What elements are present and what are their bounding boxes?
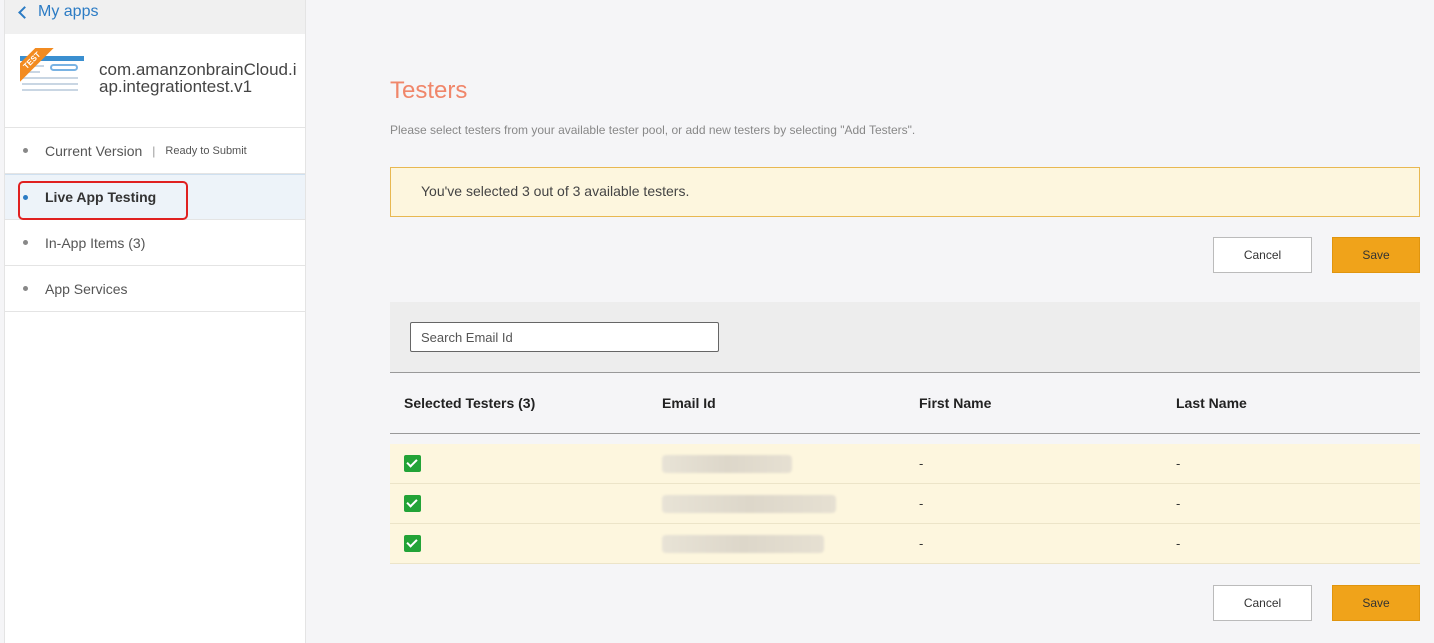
first-name-cell: - <box>919 496 924 511</box>
selection-alert: You've selected 3 out of 3 available tes… <box>390 167 1420 217</box>
last-name-cell: - <box>1176 456 1181 471</box>
app-name: com.amanzonbrainCloud.iap.integrationtes… <box>99 60 297 96</box>
bullet-icon <box>23 240 28 245</box>
cancel-button-bottom[interactable]: Cancel <box>1213 585 1312 621</box>
nav-item-label: Current Version <box>45 142 143 159</box>
page-subtitle: Please select testers from your availabl… <box>390 123 916 137</box>
column-header-selected: Selected Testers (3) <box>404 395 536 411</box>
highlight-box <box>18 181 188 220</box>
save-button-top[interactable]: Save <box>1332 237 1420 273</box>
cancel-button-top[interactable]: Cancel <box>1213 237 1312 273</box>
app-icon: TEST <box>20 48 84 98</box>
redacted-email <box>662 494 836 513</box>
redacted-email <box>662 454 792 473</box>
redacted-email <box>662 534 824 553</box>
first-name-cell: - <box>919 536 924 551</box>
search-input[interactable] <box>410 322 719 352</box>
table-row: - - <box>390 524 1420 564</box>
page-title: Testers <box>390 77 468 104</box>
nav-item-live-app-testing[interactable]: Live App Testing <box>5 174 305 220</box>
my-apps-link[interactable]: My apps <box>17 3 98 21</box>
app-header: TEST com.amanzonbrainCloud.iap.integrati… <box>5 34 305 128</box>
nav-item-app-services[interactable]: App Services <box>5 266 305 312</box>
nav-item-label: In-App Items (3) <box>45 234 146 251</box>
chevron-left-icon <box>18 5 31 19</box>
last-name-cell: - <box>1176 496 1181 511</box>
bullet-icon <box>23 286 28 291</box>
checkbox-checked[interactable] <box>404 495 421 512</box>
testers-table: Selected Testers (3) Email Id First Name… <box>390 302 1420 564</box>
table-body: - - - - - - <box>390 444 1420 564</box>
nav-item-in-app-items[interactable]: In-App Items (3) <box>5 220 305 266</box>
back-bar: My apps <box>5 0 305 34</box>
bullet-icon <box>23 148 28 153</box>
nav-item-label: App Services <box>45 280 128 297</box>
search-bar <box>390 302 1420 372</box>
column-header-email: Email Id <box>662 395 716 411</box>
table-row: - - <box>390 484 1420 524</box>
table-header: Selected Testers (3) Email Id First Name… <box>390 372 1420 434</box>
separator: | <box>152 143 156 158</box>
column-header-first-name: First Name <box>919 395 992 411</box>
save-button-bottom[interactable]: Save <box>1332 585 1420 621</box>
version-status: Ready to Submit <box>165 144 247 157</box>
nav-item-current-version[interactable]: Current Version | Ready to Submit <box>5 128 305 174</box>
sidebar: My apps TEST com.amanzonbrainCloud.iap.i… <box>4 0 306 643</box>
checkbox-checked[interactable] <box>404 455 421 472</box>
table-row: - - <box>390 444 1420 484</box>
column-header-last-name: Last Name <box>1176 395 1247 411</box>
main-content: Testers Please select testers from your … <box>390 0 1420 643</box>
first-name-cell: - <box>919 456 924 471</box>
checkbox-checked[interactable] <box>404 535 421 552</box>
my-apps-label: My apps <box>38 3 99 20</box>
last-name-cell: - <box>1176 536 1181 551</box>
